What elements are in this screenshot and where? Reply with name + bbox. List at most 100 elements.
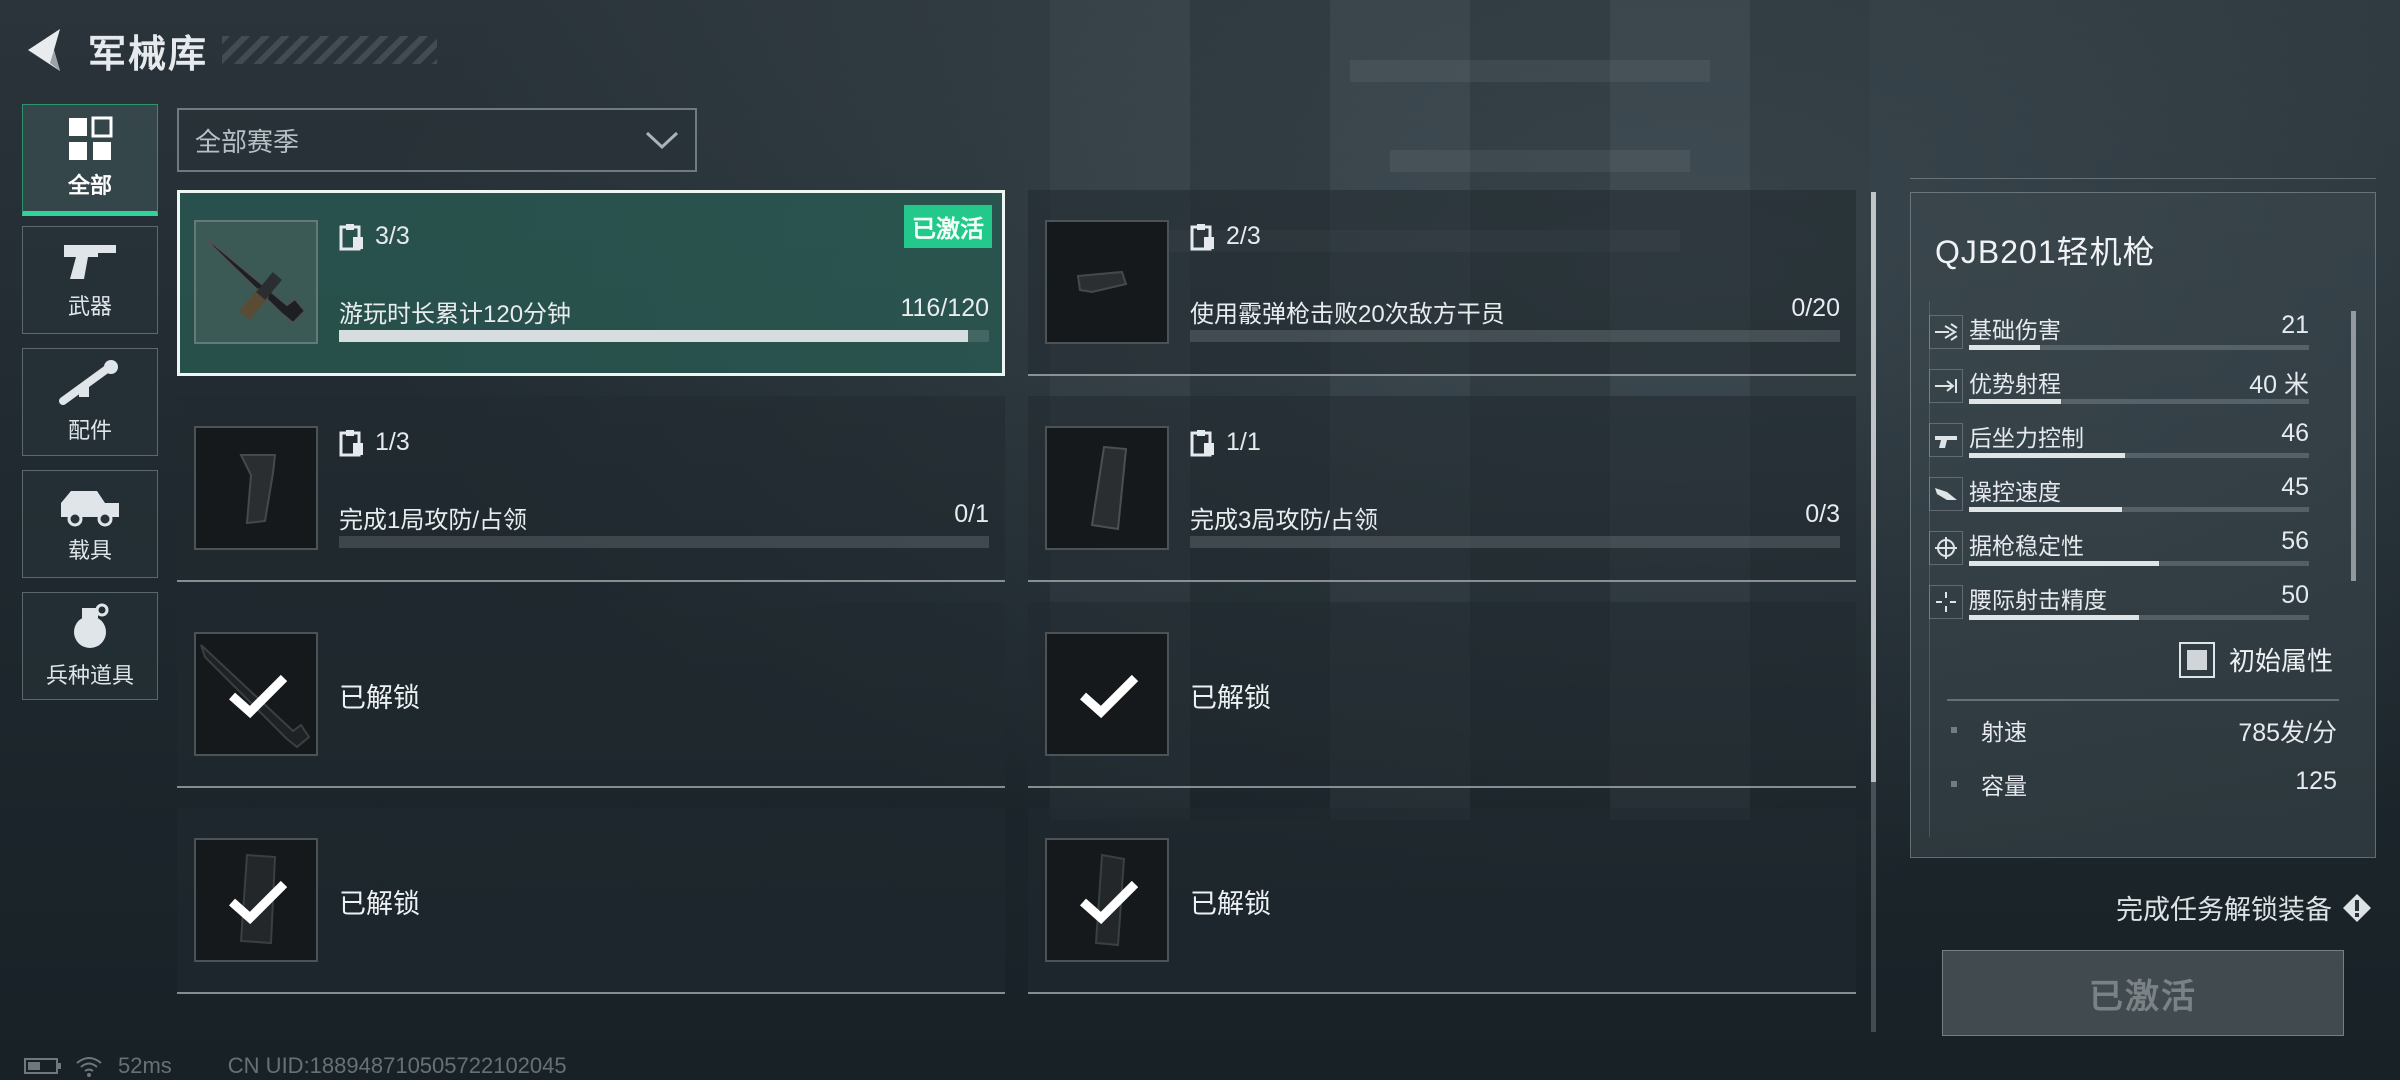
task-description: 使用霰弹枪击败20次敌方干员 xyxy=(1190,301,1505,328)
stat-value: 40 米 xyxy=(2249,371,2309,399)
activate-button[interactable]: 已激活 xyxy=(1942,950,2344,1036)
weapon-detail-panel: QJB201轻机枪 基础伤害 21 优势射程 40 米 后坐力控制 46 操控速… xyxy=(1910,192,2376,858)
divider xyxy=(1947,699,2339,701)
task-description: 完成1局攻防/占领 xyxy=(339,507,528,534)
battery-icon xyxy=(24,1058,61,1074)
task-card[interactable]: 1/3 完成1局攻防/占领 0/1 xyxy=(177,396,1005,582)
list-scrollbar-thumb[interactable] xyxy=(1871,192,1876,782)
grip-thumbnail xyxy=(194,426,318,550)
back-arrow-icon xyxy=(28,29,60,71)
stats-scrollbar[interactable] xyxy=(2351,311,2356,581)
stat-bar-fill xyxy=(1969,399,2061,404)
category-label: 武器 xyxy=(67,294,112,319)
task-count-text: 3/3 xyxy=(375,222,410,250)
task-progress-text: 116/120 xyxy=(900,294,989,322)
task-card[interactable]: 2/3 使用霰弹枪击败20次敌方干员 0/20 xyxy=(1028,190,1856,376)
uid-text: CN UID:188948710505722102045 xyxy=(227,1053,567,1078)
stat-bar-fill xyxy=(1969,615,2139,620)
stat-bar-fill xyxy=(1969,453,2126,458)
stat-row: 操控速度 45 xyxy=(1929,473,2319,527)
stat-label: 优势射程 xyxy=(1969,371,2061,397)
unlocked-card[interactable]: 已解锁 xyxy=(1028,602,1856,788)
unlocked-label: 已解锁 xyxy=(1190,683,1271,713)
pistol-icon xyxy=(64,245,116,279)
background-shelf xyxy=(1350,60,1710,82)
back-button[interactable] xyxy=(22,24,66,76)
task-card[interactable]: 3/3 已激活 游玩时长累计120分钟 116/120 xyxy=(177,190,1005,376)
task-description: 完成3局攻防/占领 xyxy=(1190,507,1379,534)
stat-bar xyxy=(1969,561,2309,566)
task-progress-text: 0/20 xyxy=(1791,294,1840,322)
unlocked-label: 已解锁 xyxy=(339,683,420,713)
extra-stat-row: 射速 785发/分 xyxy=(1951,713,2337,753)
stat-bar xyxy=(1969,399,2309,404)
category-vehicles[interactable]: 载具 xyxy=(22,470,158,578)
category-label: 全部 xyxy=(67,173,112,198)
stat-value: 21 xyxy=(2281,311,2309,339)
stat-bar-fill xyxy=(1969,561,2160,566)
stat-row: 后坐力控制 46 xyxy=(1929,419,2319,473)
stat-bar-fill xyxy=(1969,345,2041,350)
title-decoration xyxy=(222,36,438,64)
page-header: 军械库 xyxy=(22,22,438,78)
activated-badge: 已激活 xyxy=(904,205,992,248)
stat-label: 后坐力控制 xyxy=(1969,425,2084,451)
task-progress-bar xyxy=(1190,330,1840,342)
stat-value: 50 xyxy=(2281,581,2309,609)
unlocked-card[interactable]: 已解锁 xyxy=(177,602,1005,788)
extra-stat-row: 容量 125 xyxy=(1951,767,2337,807)
grid-icon xyxy=(69,116,113,160)
stat-row: 腰际射击精度 50 xyxy=(1929,581,2319,635)
task-clipboard-icon xyxy=(339,223,363,250)
crosshair-icon xyxy=(1929,531,1963,565)
task-count-text: 1/1 xyxy=(1226,428,1261,456)
stock-thumbnail xyxy=(1045,632,1169,756)
unlock-hint: 完成任务解锁装备 xyxy=(2116,888,2372,927)
task-count: 1/1 xyxy=(1190,428,1261,457)
toggle-label: 初始属性 xyxy=(2228,646,2333,676)
task-progress-bar xyxy=(339,330,989,342)
check-icon xyxy=(1080,674,1139,719)
magazine-thumbnail xyxy=(1045,426,1169,550)
category-weapons[interactable]: 武器 xyxy=(22,226,158,334)
stat-row: 基础伤害 21 xyxy=(1929,311,2319,365)
unlocked-label: 已解锁 xyxy=(1190,889,1271,919)
magazine-thumbnail xyxy=(194,838,318,962)
stat-value: 56 xyxy=(2281,527,2309,555)
stat-label: 腰际射击精度 xyxy=(1969,587,2107,613)
category-label: 兵种道具 xyxy=(45,663,134,688)
stat-label: 基础伤害 xyxy=(1969,317,2061,343)
stat-bar xyxy=(1969,345,2309,350)
season-dropdown[interactable]: 全部赛季 xyxy=(177,108,697,172)
chevron-down-icon xyxy=(645,131,679,150)
task-count: 1/3 xyxy=(339,428,410,457)
stat-bar xyxy=(1969,507,2309,512)
recoil-icon xyxy=(1929,423,1963,457)
category-all[interactable]: 全部 xyxy=(22,104,158,216)
season-dropdown-value: 全部赛季 xyxy=(195,126,300,157)
task-progress-text: 0/3 xyxy=(1805,500,1840,528)
stock-thumbnail xyxy=(1045,220,1169,344)
category-class-items[interactable]: 兵种道具 xyxy=(22,592,158,700)
stat-value: 46 xyxy=(2281,419,2309,447)
task-count: 2/3 xyxy=(1190,222,1261,251)
list-scrollbar[interactable] xyxy=(1871,192,1876,1032)
checkbox-mark xyxy=(2186,649,2207,670)
unlocked-label: 已解锁 xyxy=(339,889,420,919)
progress-fill xyxy=(339,330,968,342)
category-label: 配件 xyxy=(67,418,112,443)
bullet-icon xyxy=(1951,727,1957,733)
unlocked-card[interactable]: 已解锁 xyxy=(1028,808,1856,994)
task-card[interactable]: 1/1 完成3局攻防/占领 0/3 xyxy=(1028,396,1856,582)
stat-bar-fill xyxy=(1969,507,2122,512)
range-icon xyxy=(1929,369,1963,403)
rifle-thumbnail xyxy=(194,220,318,344)
task-progress-bar xyxy=(339,536,989,548)
scope-icon xyxy=(59,360,118,405)
task-clipboard-icon xyxy=(1190,223,1214,250)
category-attachments[interactable]: 配件 xyxy=(22,348,158,456)
unlocked-card[interactable]: 已解锁 xyxy=(177,808,1005,994)
base-attributes-toggle[interactable]: 初始属性 xyxy=(2178,641,2333,678)
checkbox[interactable] xyxy=(2178,641,2215,678)
stat-label: 操控速度 xyxy=(1969,479,2061,505)
